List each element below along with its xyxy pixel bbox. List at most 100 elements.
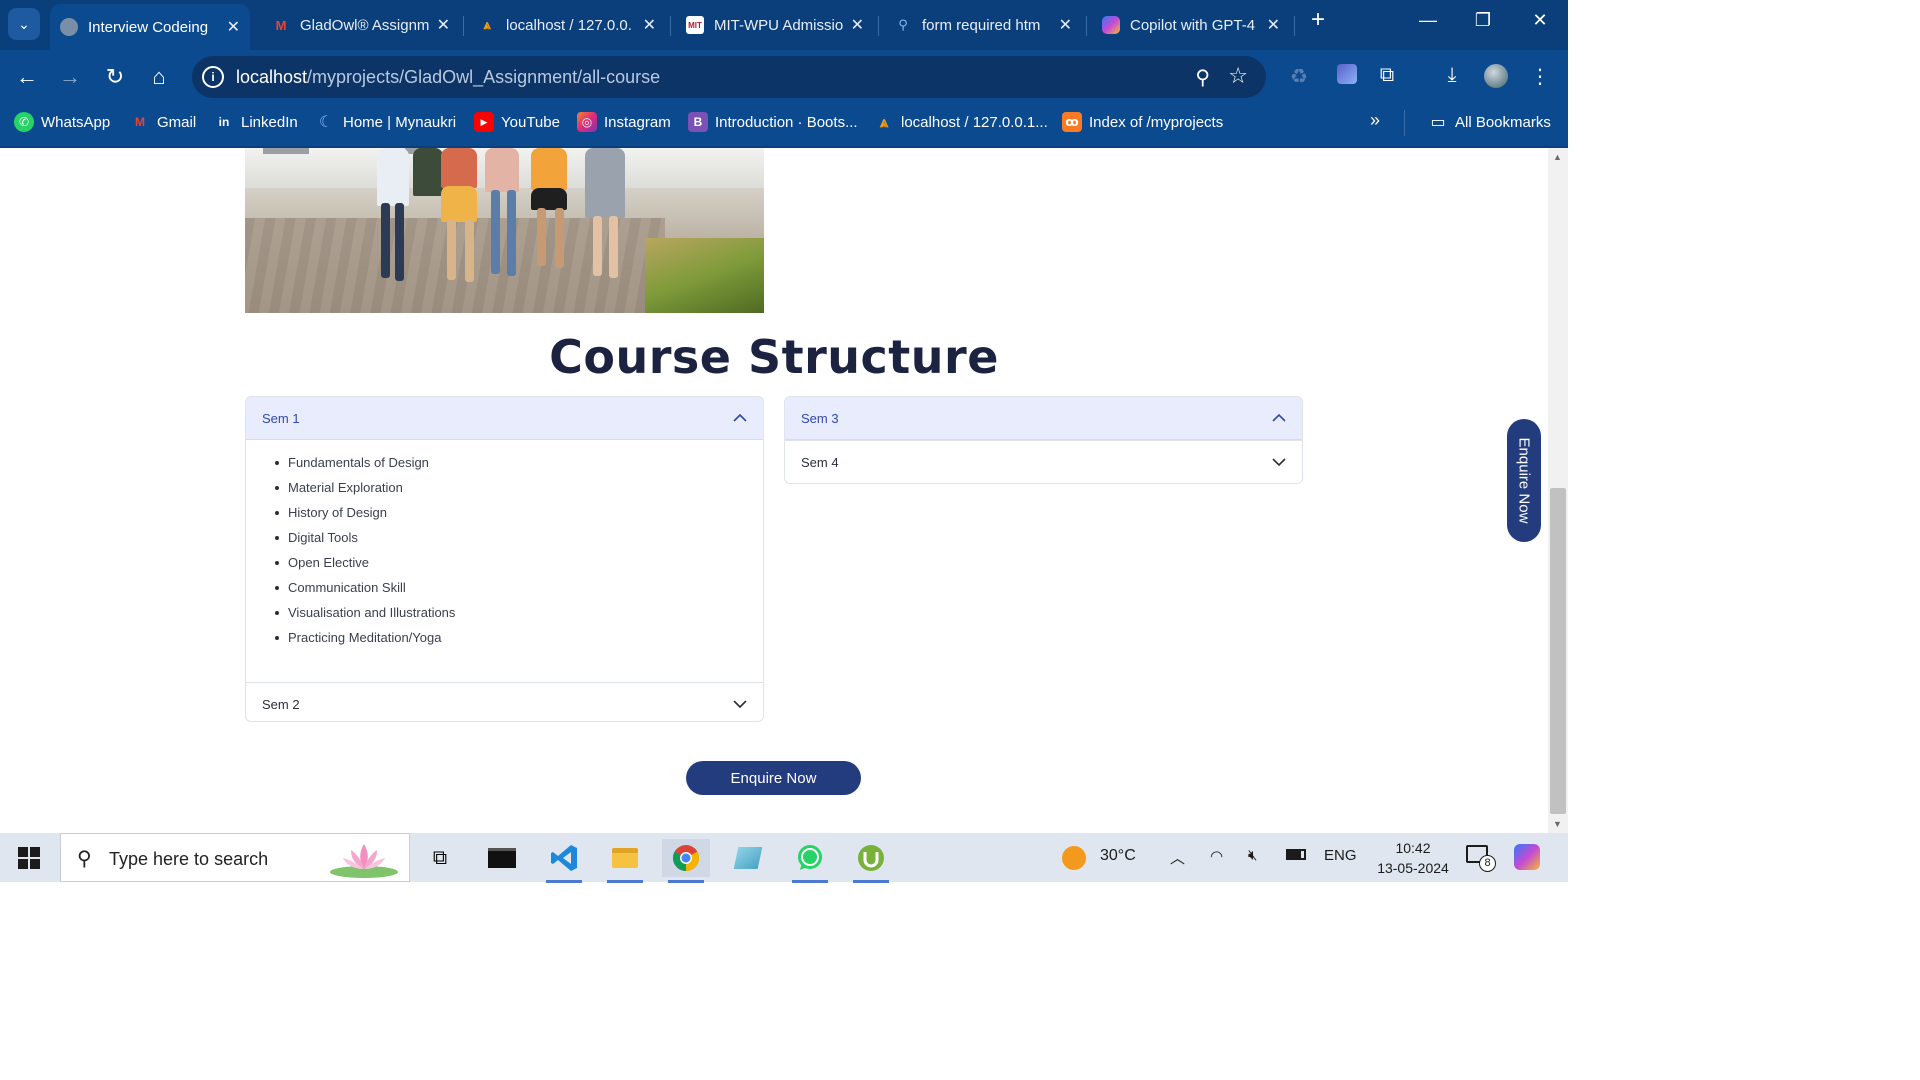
utorrent-app-button[interactable] bbox=[847, 839, 895, 883]
bookmark-whatsapp[interactable]: ✆ WhatsApp bbox=[14, 112, 110, 132]
accordion-item-sem2: Sem 2 bbox=[246, 683, 763, 721]
back-button[interactable]: ← bbox=[12, 62, 42, 92]
tab-mitwpu[interactable]: MIT MIT-WPU Admissio ✕ bbox=[676, 6, 874, 44]
accordion-header-sem2[interactable]: Sem 2 bbox=[246, 683, 763, 721]
all-bookmarks-button[interactable]: ▭ All Bookmarks bbox=[1428, 112, 1551, 132]
chevron-down-icon bbox=[733, 697, 747, 711]
site-info-icon[interactable]: i bbox=[202, 66, 224, 88]
zoom-icon[interactable]: ⚲ bbox=[1195, 65, 1210, 90]
scrollbar-thumb[interactable] bbox=[1550, 488, 1566, 814]
tab-title: Interview Codeing bbox=[88, 18, 209, 36]
extensions-icon[interactable]: ⧉ bbox=[1373, 64, 1401, 87]
chrome-app-button[interactable] bbox=[662, 839, 710, 883]
tab-localhost[interactable]: ⩓ localhost / 127.0.0. ✕ bbox=[468, 6, 666, 44]
hero-person bbox=[377, 148, 409, 206]
battery-icon[interactable] bbox=[1286, 847, 1306, 864]
close-window-button[interactable]: ✕ bbox=[1520, 10, 1560, 31]
more-bookmarks-button[interactable]: » bbox=[1370, 110, 1380, 131]
scroll-up-icon[interactable]: ▲ bbox=[1553, 152, 1562, 162]
extension-app-icon[interactable] bbox=[1333, 64, 1361, 90]
accordion-header-sem3[interactable]: Sem 3 bbox=[785, 397, 1302, 440]
bookmark-localhost[interactable]: ⩓ localhost / 127.0.0.1... bbox=[874, 112, 1048, 132]
close-icon[interactable]: ✕ bbox=[643, 15, 656, 35]
hero-person bbox=[413, 148, 443, 196]
bookmark-label: Introduction · Boots... bbox=[715, 113, 858, 131]
profile-avatar[interactable] bbox=[1482, 64, 1510, 94]
close-icon[interactable]: ✕ bbox=[437, 15, 450, 35]
bookmark-star-icon[interactable]: ☆ bbox=[1228, 63, 1248, 89]
tab-separator bbox=[1294, 16, 1295, 36]
notepad-app-button[interactable] bbox=[724, 839, 772, 877]
whatsapp-app-button[interactable] bbox=[786, 839, 834, 883]
task-view-button[interactable]: ⧉ bbox=[416, 839, 464, 877]
tab-interview-codeing[interactable]: Interview Codeing ✕ bbox=[50, 4, 250, 50]
speaker-muted-icon[interactable]: 🔇︎ bbox=[1248, 847, 1257, 864]
taskbar-search-input[interactable]: ⚲ Type here to search bbox=[60, 833, 410, 882]
bookmark-bootstrap[interactable]: B Introduction · Boots... bbox=[688, 112, 858, 132]
file-explorer-app-button[interactable] bbox=[601, 839, 649, 883]
weather-temp[interactable]: 30°C bbox=[1100, 847, 1136, 865]
bookmark-separator bbox=[1404, 110, 1405, 136]
bookmark-linkedin[interactable]: in LinkedIn bbox=[214, 112, 298, 132]
forward-button[interactable]: → bbox=[55, 62, 85, 92]
close-icon[interactable]: ✕ bbox=[227, 17, 240, 37]
more-menu-icon[interactable]: ⋮ bbox=[1526, 64, 1554, 89]
tab-form-required[interactable]: ⚲ form required htm ✕ bbox=[884, 6, 1082, 44]
copilot-icon[interactable] bbox=[1514, 844, 1540, 874]
bookmark-label: localhost / 127.0.0.1... bbox=[901, 113, 1048, 131]
close-icon[interactable]: ✕ bbox=[1059, 15, 1072, 35]
windows-logo-pane bbox=[18, 859, 28, 869]
notification-center-icon[interactable]: 8 bbox=[1466, 845, 1496, 872]
linkedin-icon: in bbox=[218, 115, 230, 129]
wifi-icon[interactable]: ◠ bbox=[1210, 847, 1223, 865]
lotus-icon bbox=[330, 844, 398, 878]
enquire-now-side-tab[interactable]: Enquire Now bbox=[1507, 419, 1541, 542]
recycle-extension-icon[interactable]: ♻ bbox=[1285, 64, 1313, 89]
tab-title: Copilot with GPT-4 bbox=[1130, 16, 1256, 34]
close-icon[interactable]: ✕ bbox=[851, 15, 864, 35]
bookmark-mynaukri[interactable]: ☾ Home | Mynaukri bbox=[316, 112, 456, 132]
url-text[interactable]: localhost/myprojects/GladOwl_Assignment/… bbox=[236, 67, 660, 88]
hero-image-students bbox=[245, 148, 764, 313]
accordion-label: Sem 2 bbox=[262, 697, 300, 712]
taskbar-clock[interactable]: 10:42 13-05-2024 bbox=[1368, 838, 1458, 878]
vscode-app-button[interactable] bbox=[540, 839, 588, 883]
bookmark-gmail[interactable]: M Gmail bbox=[130, 112, 196, 132]
accordion-left: Sem 1 Fundamentals of Design Material Ex… bbox=[245, 396, 764, 722]
tab-search-button[interactable]: ⌄ bbox=[8, 8, 40, 40]
tab-gladowl[interactable]: M GladOwl® Assignm ✕ bbox=[262, 6, 460, 44]
accordion-header-sem1[interactable]: Sem 1 bbox=[246, 397, 763, 440]
mynaukri-icon: ☾ bbox=[318, 114, 334, 131]
home-button[interactable]: ⌂ bbox=[144, 62, 174, 92]
hero-leg bbox=[447, 220, 456, 280]
terminal-icon bbox=[488, 848, 516, 868]
new-tab-button[interactable]: + bbox=[1298, 6, 1338, 34]
restore-button[interactable]: ❐ bbox=[1463, 10, 1503, 31]
scroll-down-icon[interactable]: ▼ bbox=[1553, 819, 1562, 829]
tray-chevron-up-icon[interactable]: ︿ bbox=[1170, 847, 1185, 868]
bookmark-label: All Bookmarks bbox=[1455, 113, 1551, 131]
bookmark-youtube[interactable]: ▶ YouTube bbox=[474, 112, 560, 132]
close-icon[interactable]: ✕ bbox=[1267, 15, 1280, 35]
bookmark-instagram[interactable]: ◎ Instagram bbox=[577, 112, 671, 132]
reload-button[interactable]: ↻ bbox=[100, 62, 130, 92]
tab-title: localhost / 127.0.0. bbox=[506, 16, 632, 34]
list-item: Fundamentals of Design bbox=[275, 454, 763, 479]
tab-separator bbox=[878, 16, 879, 36]
address-bar[interactable]: i localhost/myprojects/GladOwl_Assignmen… bbox=[192, 56, 1266, 98]
language-indicator[interactable]: ENG bbox=[1324, 847, 1357, 864]
bookmark-index-myprojects[interactable]: ꝏ Index of /myprojects bbox=[1062, 112, 1223, 132]
subject-list: Fundamentals of Design Material Explorat… bbox=[275, 454, 763, 654]
tab-copilot[interactable]: Copilot with GPT-4 ✕ bbox=[1092, 6, 1290, 44]
download-icon[interactable]: ⤓ bbox=[1438, 64, 1466, 87]
start-button[interactable] bbox=[18, 847, 40, 869]
page-scrollbar[interactable]: ▲ ▼ bbox=[1548, 148, 1568, 833]
terminal-app-button[interactable] bbox=[478, 839, 526, 877]
browser-chrome: ⌄ Interview Codeing ✕ M GladOwl® Assignm… bbox=[0, 0, 1568, 148]
accordion-header-sem4[interactable]: Sem 4 bbox=[785, 441, 1302, 483]
enquire-now-button[interactable]: Enquire Now bbox=[686, 761, 861, 795]
minimize-button[interactable]: — bbox=[1408, 10, 1448, 31]
url-path: /myprojects/GladOwl_Assignment/all-cours… bbox=[307, 67, 661, 87]
list-item: Open Elective bbox=[275, 554, 763, 579]
tab-strip: ⌄ Interview Codeing ✕ M GladOwl® Assignm… bbox=[0, 0, 1568, 50]
